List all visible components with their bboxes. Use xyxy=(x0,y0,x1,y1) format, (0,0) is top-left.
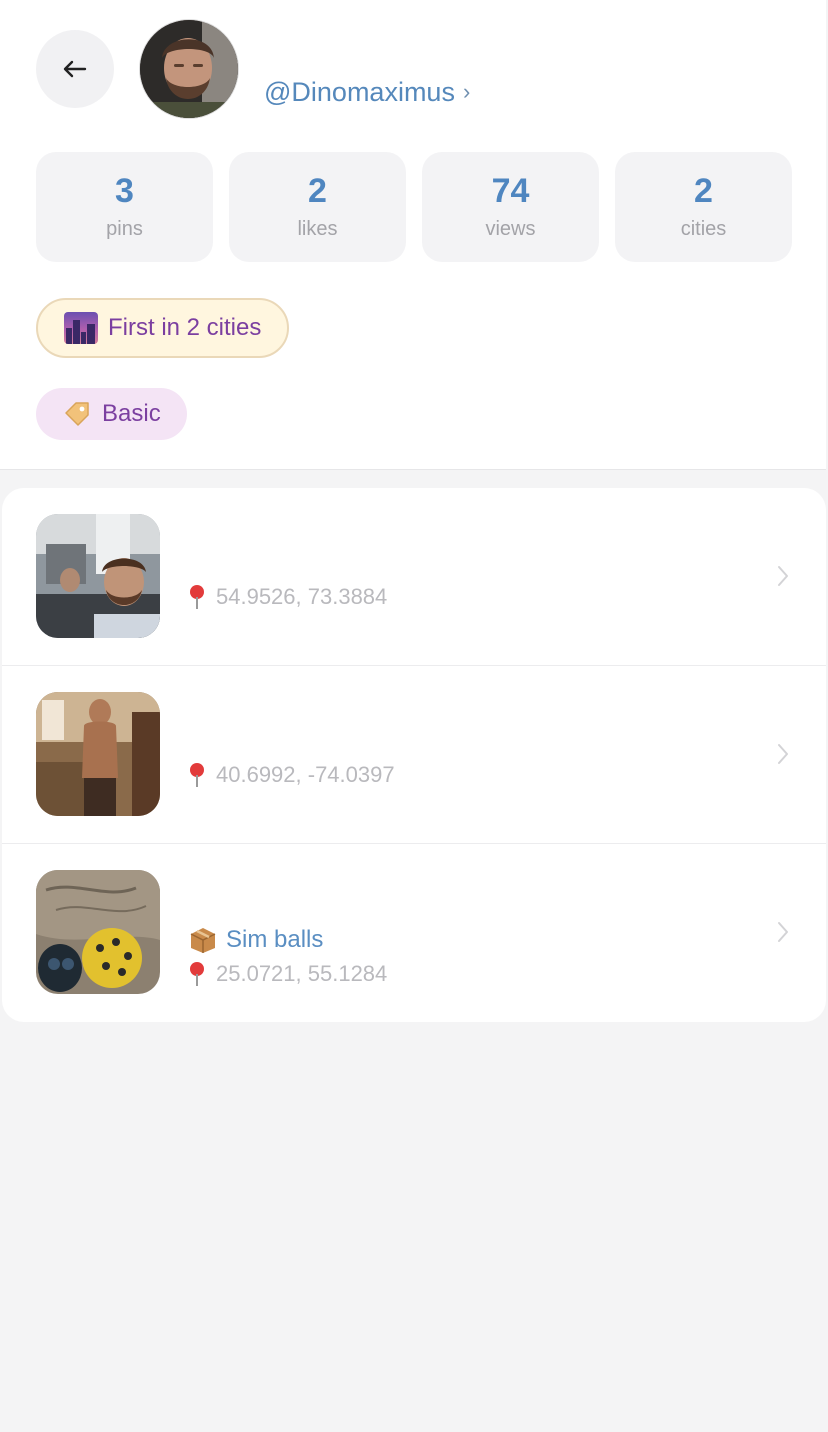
arrow-left-icon xyxy=(63,60,87,78)
pin-thumbnail xyxy=(36,514,160,638)
coords-text: 40.6992, -74.0397 xyxy=(216,762,395,787)
stat-value: 2 xyxy=(308,171,327,210)
pin-coordinates: 40.6992, -74.0397 xyxy=(188,762,395,788)
profile-header: @Dinomaximus › 3 pins 2 likes 74 views 2… xyxy=(0,0,826,470)
kitchen-photo xyxy=(36,692,160,816)
pins-list: 54.9526, 73.3884 40.6992, -74.0397 Sim b… xyxy=(2,488,826,1022)
avatar[interactable] xyxy=(140,20,238,118)
pin-coordinates: 54.9526, 73.3884 xyxy=(188,584,387,610)
package-icon xyxy=(190,928,216,953)
stats-row: 3 pins 2 likes 74 views 2 cities xyxy=(36,152,792,262)
pin-title-text: Sim balls xyxy=(226,926,324,953)
chevron-right-icon xyxy=(778,922,788,942)
pin-title: Sim balls xyxy=(188,926,323,954)
plan-label: Basic xyxy=(102,400,161,427)
chevron-right-icon xyxy=(778,744,788,764)
stat-label: cities xyxy=(680,218,727,241)
pin-list-item[interactable]: 40.6992, -74.0397 xyxy=(2,666,826,844)
coords-text: 25.0721, 55.1284 xyxy=(216,961,388,986)
pin-list-item[interactable]: 54.9526, 73.3884 xyxy=(2,488,826,666)
stat-views[interactable]: 74 views xyxy=(422,152,599,262)
back-button[interactable] xyxy=(36,30,114,108)
username-text: @Dinomaximus xyxy=(264,76,455,107)
stat-pins[interactable]: 3 pins xyxy=(36,152,213,262)
tag-icon xyxy=(65,402,89,426)
pin-thumbnail xyxy=(36,692,160,816)
stat-label: views xyxy=(485,218,536,241)
stat-label: pins xyxy=(106,218,143,241)
pin-icon xyxy=(190,585,204,609)
achievement-badge[interactable]: First in 2 cities xyxy=(36,298,290,358)
coords-text: 54.9526, 73.3884 xyxy=(216,584,388,609)
stat-value: 2 xyxy=(694,171,713,210)
stat-label: likes xyxy=(297,218,338,241)
stat-cities[interactable]: 2 cities xyxy=(615,152,792,262)
username-link[interactable]: @Dinomaximus › xyxy=(264,74,470,110)
helmets-photo xyxy=(36,870,160,994)
pin-thumbnail xyxy=(36,870,160,994)
chevron-right-icon: › xyxy=(462,79,471,104)
plan-badge[interactable]: Basic xyxy=(36,388,187,440)
stat-value: 3 xyxy=(115,171,134,210)
office-selfie-photo xyxy=(36,514,160,638)
pin-coordinates: 25.0721, 55.1284 xyxy=(188,961,387,987)
avatar-photo xyxy=(140,20,238,118)
pin-icon xyxy=(190,962,204,986)
pin-icon xyxy=(190,763,204,787)
stat-likes[interactable]: 2 likes xyxy=(229,152,406,262)
night-city-icon xyxy=(64,312,98,344)
chevron-right-icon xyxy=(778,566,788,586)
achievement-label: First in 2 cities xyxy=(108,314,262,341)
stat-value: 74 xyxy=(491,171,530,210)
pin-list-item[interactable]: Sim balls 25.0721, 55.1284 xyxy=(2,844,826,1022)
